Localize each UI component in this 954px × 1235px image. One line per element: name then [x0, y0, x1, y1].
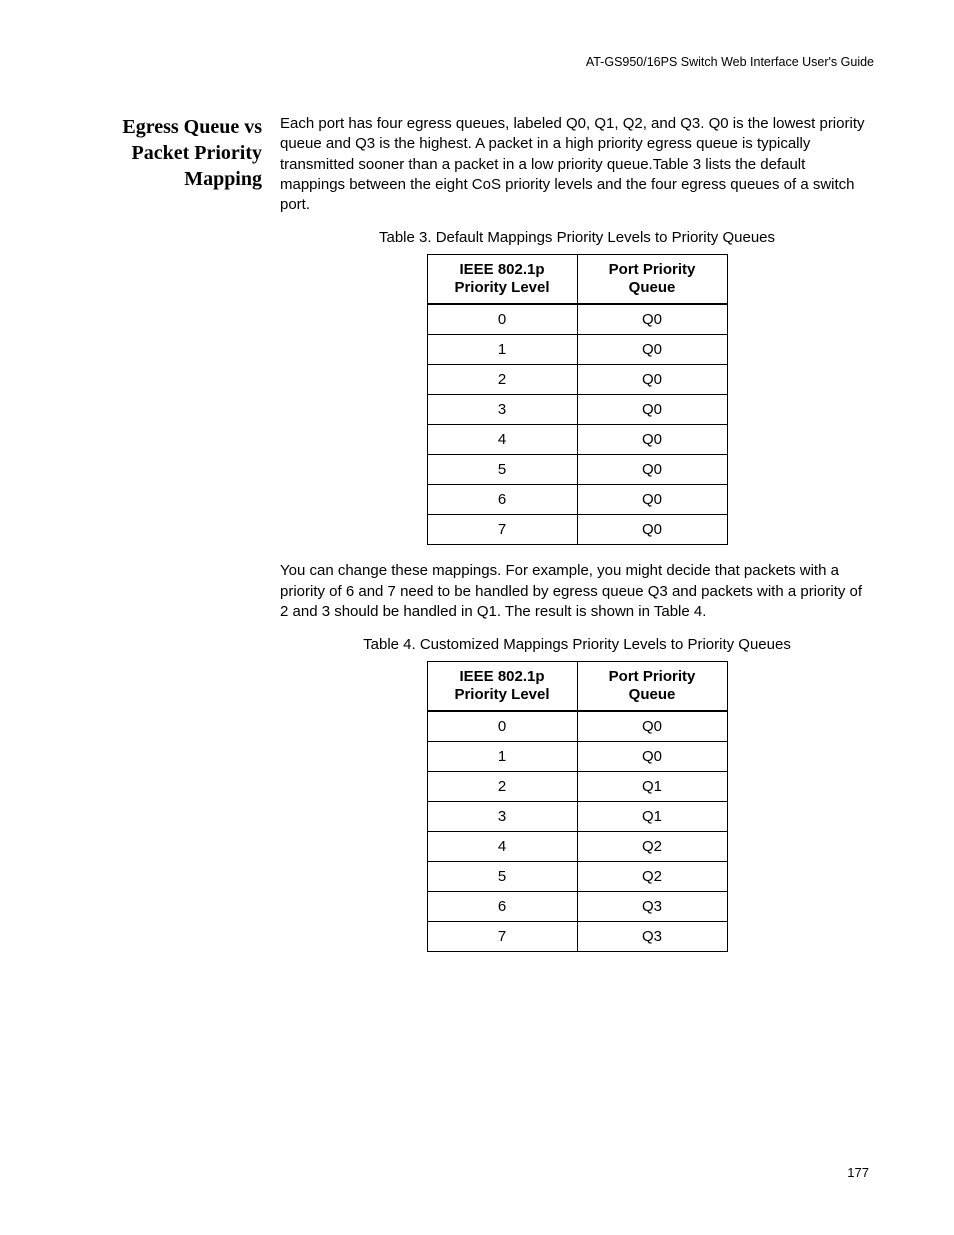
priority-level-cell: 5 — [427, 862, 577, 892]
table-row: 3Q0 — [427, 395, 727, 425]
port-queue-cell: Q0 — [577, 335, 727, 365]
table3-col1-header: IEEE 802.1p Priority Level — [427, 255, 577, 305]
table3-caption: Table 3. Default Mappings Priority Level… — [280, 229, 874, 246]
priority-level-cell: 4 — [427, 425, 577, 455]
col2-header-l2: Queue — [629, 279, 676, 296]
section-title: Egress Queue vs Packet Priority Mapping — [80, 114, 280, 192]
port-queue-cell: Q0 — [577, 304, 727, 335]
table-row: 3Q1 — [427, 802, 727, 832]
port-queue-cell: Q2 — [577, 862, 727, 892]
port-queue-cell: Q0 — [577, 711, 727, 742]
priority-level-cell: 7 — [427, 922, 577, 952]
priority-level-cell: 1 — [427, 742, 577, 772]
page-number: 177 — [847, 1165, 869, 1180]
port-queue-cell: Q3 — [577, 922, 727, 952]
port-queue-cell: Q2 — [577, 832, 727, 862]
port-queue-cell: Q0 — [577, 365, 727, 395]
table-row: 7Q0 — [427, 515, 727, 545]
table-row: 1Q0 — [427, 742, 727, 772]
table4-col2-header: Port Priority Queue — [577, 662, 727, 712]
table-row: 0Q0 — [427, 304, 727, 335]
port-queue-cell: Q1 — [577, 802, 727, 832]
port-queue-cell: Q0 — [577, 742, 727, 772]
priority-level-cell: 3 — [427, 802, 577, 832]
priority-level-cell: 6 — [427, 485, 577, 515]
table-row: 6Q0 — [427, 485, 727, 515]
page-content: AT-GS950/16PS Switch Web Interface User'… — [0, 0, 954, 968]
priority-level-cell: 3 — [427, 395, 577, 425]
col1-header-l1: IEEE 802.1p — [459, 261, 544, 278]
port-queue-cell: Q0 — [577, 395, 727, 425]
section-row: Egress Queue vs Packet Priority Mapping … — [80, 114, 874, 968]
table-row: 0Q0 — [427, 711, 727, 742]
table4-col1-header: IEEE 802.1p Priority Level — [427, 662, 577, 712]
priority-level-cell: 4 — [427, 832, 577, 862]
paragraph-2: You can change these mappings. For examp… — [280, 561, 874, 622]
table-row: 7Q3 — [427, 922, 727, 952]
port-queue-cell: Q0 — [577, 425, 727, 455]
table4-caption: Table 4. Customized Mappings Priority Le… — [280, 636, 874, 653]
table-row: 1Q0 — [427, 335, 727, 365]
priority-level-cell: 0 — [427, 711, 577, 742]
port-queue-cell: Q0 — [577, 455, 727, 485]
section-title-line2: Packet Priority — [132, 142, 263, 164]
col2-header-l1: Port Priority — [609, 668, 696, 685]
priority-level-cell: 0 — [427, 304, 577, 335]
table-row: 2Q0 — [427, 365, 727, 395]
col2-header-l1: Port Priority — [609, 261, 696, 278]
section-title-line1: Egress Queue vs — [122, 116, 262, 138]
table-row: 2Q1 — [427, 772, 727, 802]
table-header-row: IEEE 802.1p Priority Level Port Priority… — [427, 662, 727, 712]
table3-col2-header: Port Priority Queue — [577, 255, 727, 305]
table-row: 4Q0 — [427, 425, 727, 455]
table-row: 6Q3 — [427, 892, 727, 922]
col1-header-l1: IEEE 802.1p — [459, 668, 544, 685]
priority-level-cell: 6 — [427, 892, 577, 922]
table-row: 4Q2 — [427, 832, 727, 862]
running-header: AT-GS950/16PS Switch Web Interface User'… — [80, 55, 874, 69]
col1-header-l2: Priority Level — [454, 279, 549, 296]
port-queue-cell: Q0 — [577, 515, 727, 545]
priority-level-cell: 2 — [427, 772, 577, 802]
port-queue-cell: Q3 — [577, 892, 727, 922]
priority-level-cell: 5 — [427, 455, 577, 485]
table3: IEEE 802.1p Priority Level Port Priority… — [427, 254, 728, 545]
priority-level-cell: 7 — [427, 515, 577, 545]
table-row: 5Q0 — [427, 455, 727, 485]
table-header-row: IEEE 802.1p Priority Level Port Priority… — [427, 255, 727, 305]
priority-level-cell: 2 — [427, 365, 577, 395]
port-queue-cell: Q0 — [577, 485, 727, 515]
section-title-line3: Mapping — [184, 168, 262, 190]
priority-level-cell: 1 — [427, 335, 577, 365]
col1-header-l2: Priority Level — [454, 686, 549, 703]
body-column: Each port has four egress queues, labele… — [280, 114, 874, 968]
table4: IEEE 802.1p Priority Level Port Priority… — [427, 661, 728, 952]
col2-header-l2: Queue — [629, 686, 676, 703]
paragraph-1: Each port has four egress queues, labele… — [280, 114, 874, 215]
table-row: 5Q2 — [427, 862, 727, 892]
port-queue-cell: Q1 — [577, 772, 727, 802]
